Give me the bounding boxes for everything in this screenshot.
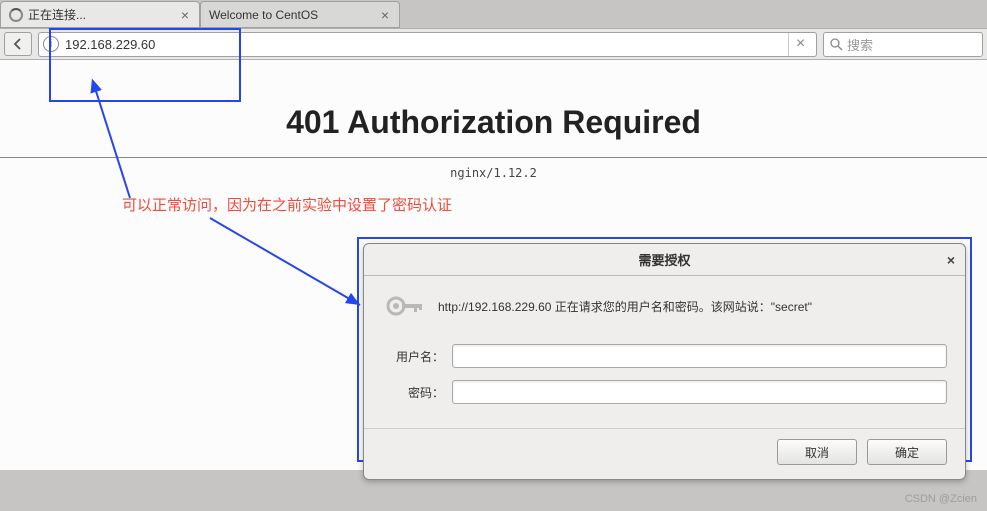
username-input[interactable] <box>452 344 947 368</box>
auth-dialog: 需要授权 × http://192.168.229.60 正在请求您的用户名和密… <box>363 243 966 480</box>
tab-bar: 正在连接... × Welcome to CentOS × <box>0 0 987 28</box>
tab-active[interactable]: 正在连接... × <box>0 1 200 28</box>
divider <box>0 157 987 158</box>
loading-spinner-icon <box>9 8 23 22</box>
close-icon[interactable]: × <box>179 7 191 23</box>
annotation-text: 可以正常访问，因为在之前实验中设置了密码认证 <box>122 194 452 215</box>
password-input[interactable] <box>452 380 947 404</box>
search-icon <box>830 38 843 51</box>
username-label: 用户名： <box>382 348 444 365</box>
ok-button[interactable]: 确定 <box>867 439 947 465</box>
tab-inactive[interactable]: Welcome to CentOS × <box>200 1 400 28</box>
search-placeholder: 搜索 <box>847 35 873 54</box>
dialog-header: 需要授权 × <box>364 244 965 276</box>
close-icon[interactable]: × <box>947 252 955 268</box>
watermark: CSDN @Zcien <box>905 493 977 505</box>
search-bar[interactable]: 搜索 <box>823 32 983 57</box>
dialog-footer: 取消 确定 <box>364 428 965 479</box>
page-title: 401 Authorization Required <box>0 104 987 141</box>
tab-title: 正在连接... <box>28 6 179 23</box>
back-button[interactable] <box>4 32 32 56</box>
arrow-left-icon <box>11 37 25 51</box>
key-icon <box>382 288 426 324</box>
clear-icon[interactable]: × <box>788 33 812 56</box>
dialog-title: 需要授权 <box>638 250 690 269</box>
tab-title: Welcome to CentOS <box>209 8 379 22</box>
close-icon[interactable]: × <box>379 7 391 23</box>
server-info: nginx/1.12.2 <box>0 166 987 180</box>
highlight-box-url <box>49 28 241 102</box>
cancel-button[interactable]: 取消 <box>777 439 857 465</box>
dialog-message: http://192.168.229.60 正在请求您的用户名和密码。该网站说：… <box>438 298 812 315</box>
password-label: 密码： <box>382 384 444 401</box>
dialog-body: http://192.168.229.60 正在请求您的用户名和密码。该网站说：… <box>364 276 965 428</box>
